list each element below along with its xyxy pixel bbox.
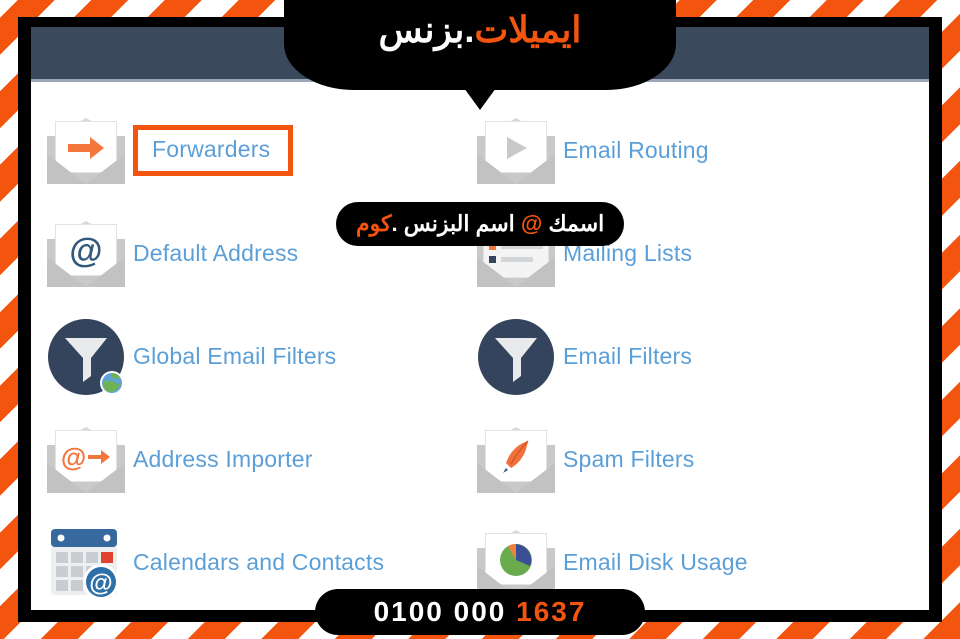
callout-text: اسمك @ اسم البزنس .كوم [356,211,605,236]
callout-pointer-icon [464,88,496,110]
tool-label-email-routing[interactable]: Email Routing [563,137,709,164]
tool-label-calendars-and-contacts[interactable]: Calendars and Contacts [133,549,384,576]
tool-item-spam-filters[interactable]: Spam Filters [469,408,899,511]
tool-label-email-filters[interactable]: Email Filters [563,343,692,370]
funnel-icon [469,317,563,397]
tool-item-forwarders[interactable]: Forwarders [39,99,469,202]
arabic-callout-bubble: اسمك @ اسم البزنس .كوم [336,202,625,246]
funnel-globe-icon [39,317,133,397]
phone-number-badge: 0100 000 1637 [315,589,645,635]
tool-label-email-disk-usage[interactable]: Email Disk Usage [563,549,748,576]
envelope-quill-icon [469,420,563,500]
striped-frame: Forwarders @ Default Address Global Emai… [0,0,960,639]
envelope-play-icon [469,111,563,191]
tool-item-address-importer[interactable]: @ Address Importer [39,408,469,511]
brand-logo-badge: ايميلات.بزنس [284,0,676,90]
envelope-arrow-icon [39,111,133,191]
cpanel-email-panel: Forwarders @ Default Address Global Emai… [31,27,929,610]
svg-text:@: @ [89,570,112,597]
brand-logo-text: ايميلات.بزنس [378,9,582,50]
email-tools-grid: Forwarders @ Default Address Global Emai… [31,85,929,610]
tool-label-default-address[interactable]: Default Address [133,240,298,267]
tool-item-email-filters[interactable]: Email Filters [469,305,899,408]
right-column: Email Routing Mailing Lists Email Filter… [469,99,899,610]
calendar-at-icon: @ [39,523,133,603]
tool-item-email-routing[interactable]: Email Routing [469,99,899,202]
tool-label-spam-filters[interactable]: Spam Filters [563,446,694,473]
phone-number-text: 0100 000 1637 [373,596,587,627]
envelope-at-arrow-icon: @ [39,420,133,500]
envelope-at-icon: @ [39,214,133,294]
tool-label-address-importer[interactable]: Address Importer [133,446,313,473]
tool-item-global-email-filters[interactable]: Global Email Filters [39,305,469,408]
left-column: Forwarders @ Default Address Global Emai… [39,99,469,610]
tool-label-forwarders[interactable]: Forwarders [133,125,294,176]
tool-label-global-email-filters[interactable]: Global Email Filters [133,343,336,370]
